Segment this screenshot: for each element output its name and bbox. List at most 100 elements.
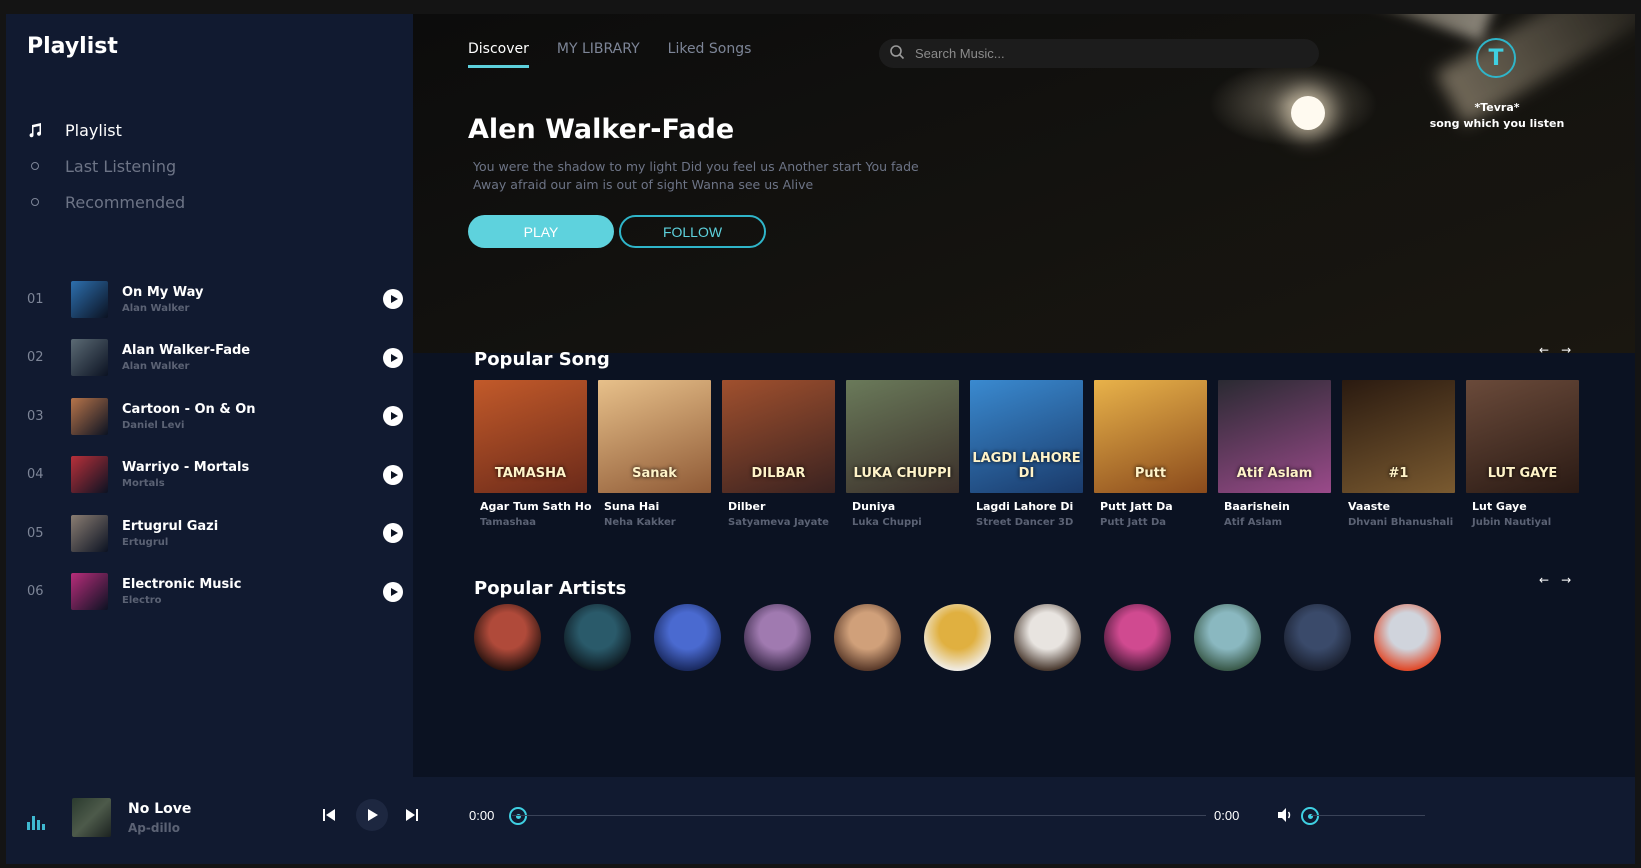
tab-discover[interactable]: Discover: [468, 41, 529, 68]
volume-icon[interactable]: [1276, 806, 1294, 824]
arrow-right-icon[interactable]: →: [1561, 343, 1571, 357]
track-row[interactable]: 04 Warriyo - Mortals Mortals: [27, 446, 403, 505]
play-icon: [368, 809, 378, 821]
artist-avatar[interactable]: [1014, 604, 1081, 671]
track-artist: Electro: [122, 595, 162, 607]
song-card[interactable]: LUT GAYE Lut Gaye Jubin Nautiyal: [1466, 380, 1579, 528]
nav-item-last-listening[interactable]: Last Listening: [27, 148, 185, 184]
track-number: 01: [27, 291, 44, 307]
artist-avatar[interactable]: [834, 604, 901, 671]
track-cover: [71, 397, 108, 435]
search-input[interactable]: [915, 46, 1295, 61]
track-meta: Warriyo - Mortals Mortals: [122, 460, 403, 489]
track-play-icon[interactable]: [383, 464, 403, 485]
song-card[interactable]: Sanak Suna Hai Neha Kakker: [598, 380, 711, 528]
track-cover: [71, 573, 108, 611]
tagline-text: song which you listen: [1429, 117, 1565, 130]
song-card[interactable]: #1 Vaaste Dhvani Bhanushali: [1342, 380, 1455, 528]
next-icon[interactable]: [403, 806, 421, 824]
cover-text: LAGDI LAHORE DI: [972, 451, 1081, 481]
song-subtitle: Atif Aslam: [1224, 517, 1283, 528]
song-cover[interactable]: LAGDI LAHORE DI: [970, 380, 1083, 493]
track-title: On My Way: [122, 284, 204, 300]
song-cover[interactable]: #1: [1342, 380, 1455, 493]
arrow-left-icon[interactable]: ←: [1539, 343, 1549, 357]
popular-song-arrows: ← →: [1539, 343, 1571, 357]
song-title: Vaaste: [1348, 500, 1391, 513]
nav-item-recommended[interactable]: Recommended: [27, 184, 185, 220]
track-number: 04: [27, 467, 44, 483]
tagline-name: *Tevra*: [1474, 101, 1520, 114]
volume-bar[interactable]: [1311, 815, 1425, 816]
cover-text: Sanak: [632, 466, 677, 481]
song-cover[interactable]: LUT GAYE: [1466, 380, 1579, 493]
track-row[interactable]: 03 Cartoon - On & On Daniel Levi: [27, 387, 403, 446]
hero-title: Alen Walker-Fade: [468, 114, 735, 145]
nav-item-playlist[interactable]: Playlist: [27, 112, 185, 148]
song-title: Lagdi Lahore Di: [976, 500, 1074, 513]
artist-avatar[interactable]: [1104, 604, 1171, 671]
hero-banner: Discover MY LIBRARY Liked Songs T *Tevra…: [413, 14, 1635, 353]
track-number: 02: [27, 350, 44, 366]
tab-my-library[interactable]: MY LIBRARY: [557, 41, 640, 68]
track-cover: [71, 280, 108, 318]
song-card[interactable]: Atif Aslam Baarishein Atif Aslam: [1218, 380, 1331, 528]
song-card[interactable]: DILBAR Dilber Satyameva Jayate: [722, 380, 835, 528]
cover-text: Putt: [1134, 466, 1167, 481]
popular-artists-arrows: ← →: [1539, 573, 1571, 587]
artist-avatar[interactable]: [744, 604, 811, 671]
arrow-left-icon[interactable]: ←: [1539, 573, 1549, 587]
arrow-right-icon[interactable]: →: [1561, 573, 1571, 587]
track-title: Warriyo - Mortals: [122, 460, 250, 476]
follow-button[interactable]: FOLLOW: [619, 215, 766, 248]
track-row[interactable]: 05 Ertugrul Gazi Ertugrul: [27, 504, 403, 563]
track-meta: Alan Walker-Fade Alan Walker: [122, 343, 403, 372]
track-cover: [71, 456, 108, 494]
song-cover[interactable]: LUKA CHUPPI: [846, 380, 959, 493]
progress-bar[interactable]: [512, 815, 1206, 816]
song-card[interactable]: LUKA CHUPPI Duniya Luka Chuppi: [846, 380, 959, 528]
brand-logo[interactable]: T: [1476, 38, 1516, 78]
previous-icon[interactable]: [320, 806, 338, 824]
artist-avatar[interactable]: [564, 604, 631, 671]
track-artist: Alan Walker: [122, 302, 190, 314]
tab-liked-songs[interactable]: Liked Songs: [668, 41, 752, 68]
equalizer-icon[interactable]: [27, 816, 45, 830]
song-cover[interactable]: DILBAR: [722, 380, 835, 493]
song-cover[interactable]: Sanak: [598, 380, 711, 493]
logo-letter: T: [1488, 45, 1504, 71]
track-artist: Mortals: [122, 478, 165, 490]
play-pause-button[interactable]: [356, 799, 388, 831]
circle-icon: [27, 158, 43, 174]
track-play-icon[interactable]: [383, 347, 403, 368]
artist-avatar[interactable]: [1374, 604, 1441, 671]
song-title: Dilber: [728, 500, 766, 513]
track-title: Cartoon - On & On: [122, 401, 256, 417]
progress-knob[interactable]: [509, 807, 527, 825]
song-cover[interactable]: TAMASHA: [474, 380, 587, 493]
track-play-icon[interactable]: [383, 581, 403, 602]
song-card[interactable]: Putt Putt Jatt Da Putt Jatt Da: [1094, 380, 1207, 528]
play-button[interactable]: PLAY: [468, 215, 614, 248]
circle-icon: [27, 194, 43, 210]
popular-song-title: Popular Song: [474, 349, 610, 370]
artist-avatar[interactable]: [924, 604, 991, 671]
track-artist: Alan Walker: [122, 361, 190, 373]
artist-avatar[interactable]: [654, 604, 721, 671]
song-cover[interactable]: Atif Aslam: [1218, 380, 1331, 493]
artist-avatar[interactable]: [474, 604, 541, 671]
artist-avatar[interactable]: [1284, 604, 1351, 671]
song-card[interactable]: LAGDI LAHORE DI Lagdi Lahore Di Street Dan…: [970, 380, 1083, 528]
volume-knob[interactable]: [1301, 807, 1319, 825]
song-cover[interactable]: Putt: [1094, 380, 1207, 493]
track-title: Alan Walker-Fade: [122, 343, 251, 359]
artist-avatar[interactable]: [1194, 604, 1261, 671]
track-row[interactable]: 06 Electronic Music Electro: [27, 563, 403, 622]
song-card[interactable]: TAMASHA Agar Tum Sath Ho Tamashaa: [474, 380, 592, 528]
track-row[interactable]: 01 On My Way Alan Walker: [27, 270, 403, 329]
song-subtitle: Neha Kakker: [604, 517, 676, 528]
app-window: Playlist Playlist Last Listening Recomme…: [6, 14, 1635, 864]
music-note-icon: [27, 122, 43, 138]
track-row[interactable]: 02 Alan Walker-Fade Alan Walker: [27, 329, 403, 388]
cover-text: #1: [1388, 466, 1409, 481]
